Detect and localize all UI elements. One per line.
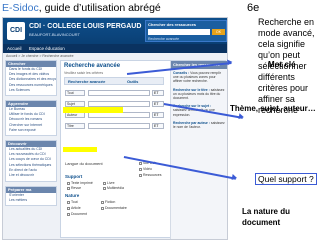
doctype-label: Fiction <box>105 200 116 204</box>
support-label: Livre <box>107 181 115 185</box>
support-label: Ressources <box>143 173 162 177</box>
help-block: Recherche sur le titre : saisissez un ou… <box>171 86 227 103</box>
operator-select[interactable]: ET <box>152 101 164 107</box>
support-checkbox[interactable]: Revue <box>67 186 81 190</box>
school-subtitle: BEAUFORT-BLAVINCOURT <box>29 32 80 37</box>
school-title: CDI · COLLEGE LOUIS PERGAUD <box>29 23 142 30</box>
support-checkbox[interactable]: Ressources <box>139 173 161 177</box>
quick-search-button[interactable]: OK <box>212 29 225 35</box>
support-label: Revue <box>71 186 82 190</box>
tab-tools[interactable]: Outils <box>127 79 138 84</box>
tab-advanced-search[interactable]: Recherche avancée <box>68 79 105 84</box>
operator-select[interactable]: ET <box>152 112 164 118</box>
doctype-checkbox[interactable]: Tout <box>67 200 78 204</box>
help-block: Conseils : Vous pouvez remplir une ou pl… <box>171 69 227 86</box>
sidebar-search-box: Chercher Dans le fonds du CDI Des images… <box>5 60 57 96</box>
main-nav: Accueil Espace éducation <box>3 44 227 53</box>
doctype-label: Document <box>71 212 87 216</box>
sidebar-item[interactable]: Faire son exposé <box>6 128 56 133</box>
doctype-checkbox[interactable]: Documentaire <box>101 206 127 210</box>
page-number: 6e <box>247 2 260 14</box>
doctype-label: Article <box>71 206 81 210</box>
support-checkbox[interactable]: Livre <box>103 181 115 185</box>
document-title: E-Sidoc, guide d’utilisation abrégé <box>2 2 161 14</box>
help-block: Recherche par auteur : saisissez le nom … <box>171 119 227 131</box>
support-label: Multimédia <box>107 186 124 190</box>
quick-search-label: Chercher des ressources <box>148 22 197 27</box>
document-type-heading: Nature <box>65 193 80 198</box>
sidebar-discover-box: Découvrir Les actualités du CDI Les nouv… <box>5 140 57 182</box>
brand-name: E-Sidoc <box>2 2 39 14</box>
support-checkbox[interactable]: Multimédia <box>103 186 124 190</box>
doctype-label: Documentaire <box>105 206 127 210</box>
quick-search-input[interactable] <box>148 29 210 35</box>
sidebar-item[interactable]: Lire et découvrir <box>6 173 56 178</box>
nav-education[interactable]: Espace éducation <box>29 46 65 51</box>
operator-select[interactable]: ET <box>152 123 164 129</box>
sidebar-item[interactable]: Des dictionnaires et des encyclopédies <box>6 77 56 82</box>
nav-home[interactable]: Accueil <box>7 46 22 51</box>
callout-theme: Thème, sujet, auteur… <box>230 104 316 113</box>
operator-select[interactable]: ET <box>152 90 164 96</box>
sidebar-item[interactable]: Les métiers <box>6 198 56 203</box>
doctype-checkbox[interactable]: Article <box>67 206 81 210</box>
search-tabs: Recherche avancée Outils <box>64 77 164 85</box>
highlight-support <box>63 107 123 113</box>
callout-keyword: Mot clé <box>268 60 296 69</box>
sidebar-learn-box: Apprendre Le Bureau Utiliser le fonds du… <box>5 100 57 136</box>
doctype-label: Tout <box>71 200 78 204</box>
sidebar-item[interactable]: Les Sciences <box>6 88 56 93</box>
support-label: Texte imprimé <box>71 181 93 185</box>
criteria-select[interactable]: Tout <box>65 90 85 96</box>
support-heading: Support <box>65 174 83 179</box>
sidebar-item[interactable]: Les coups de cœur du CDI <box>6 157 56 162</box>
criteria-select[interactable]: Titre <box>65 123 85 129</box>
title-input[interactable] <box>88 123 150 129</box>
keyword-input[interactable] <box>88 90 150 96</box>
callout-support: Quel support ? <box>255 173 317 185</box>
quick-search-box: Chercher des ressources OK Recherche ava… <box>145 20 227 42</box>
site-banner: CDI CDI · COLLEGE LOUIS PERGAUD BEAUFORT… <box>3 18 227 44</box>
esidoc-screenshot: CDI CDI · COLLEGE LOUIS PERGAUD BEAUFORT… <box>2 17 228 240</box>
callout-doctype: La nature du document <box>242 207 291 227</box>
cdi-logo: CDI <box>7 22 25 40</box>
help-column: Chercher les ressources Conseils : Vous … <box>170 61 227 239</box>
support-checkbox[interactable]: Vidéo <box>139 167 152 171</box>
advanced-search-link[interactable]: Recherche avancée <box>148 37 179 41</box>
support-label: Vidéo <box>143 167 152 171</box>
support-checkbox[interactable]: Texte imprimé <box>67 181 93 185</box>
doctype-checkbox[interactable]: Document <box>67 212 87 216</box>
breadcrumb: Accueil > Je cherche > Recherche avancée <box>6 54 74 58</box>
highlight-doctype <box>63 147 97 152</box>
language-heading: Langue du document <box>65 161 103 166</box>
document-title-rest: , guide d’utilisation abrégé <box>38 2 161 14</box>
panel-title: Recherche avancée <box>64 63 121 69</box>
sidebar-prepare-box: Préparer ma S’orienter Les métiers <box>5 186 57 206</box>
doctype-checkbox[interactable]: Fiction <box>101 200 115 204</box>
panel-subtitle: Veuillez saisir les critères <box>64 71 104 75</box>
